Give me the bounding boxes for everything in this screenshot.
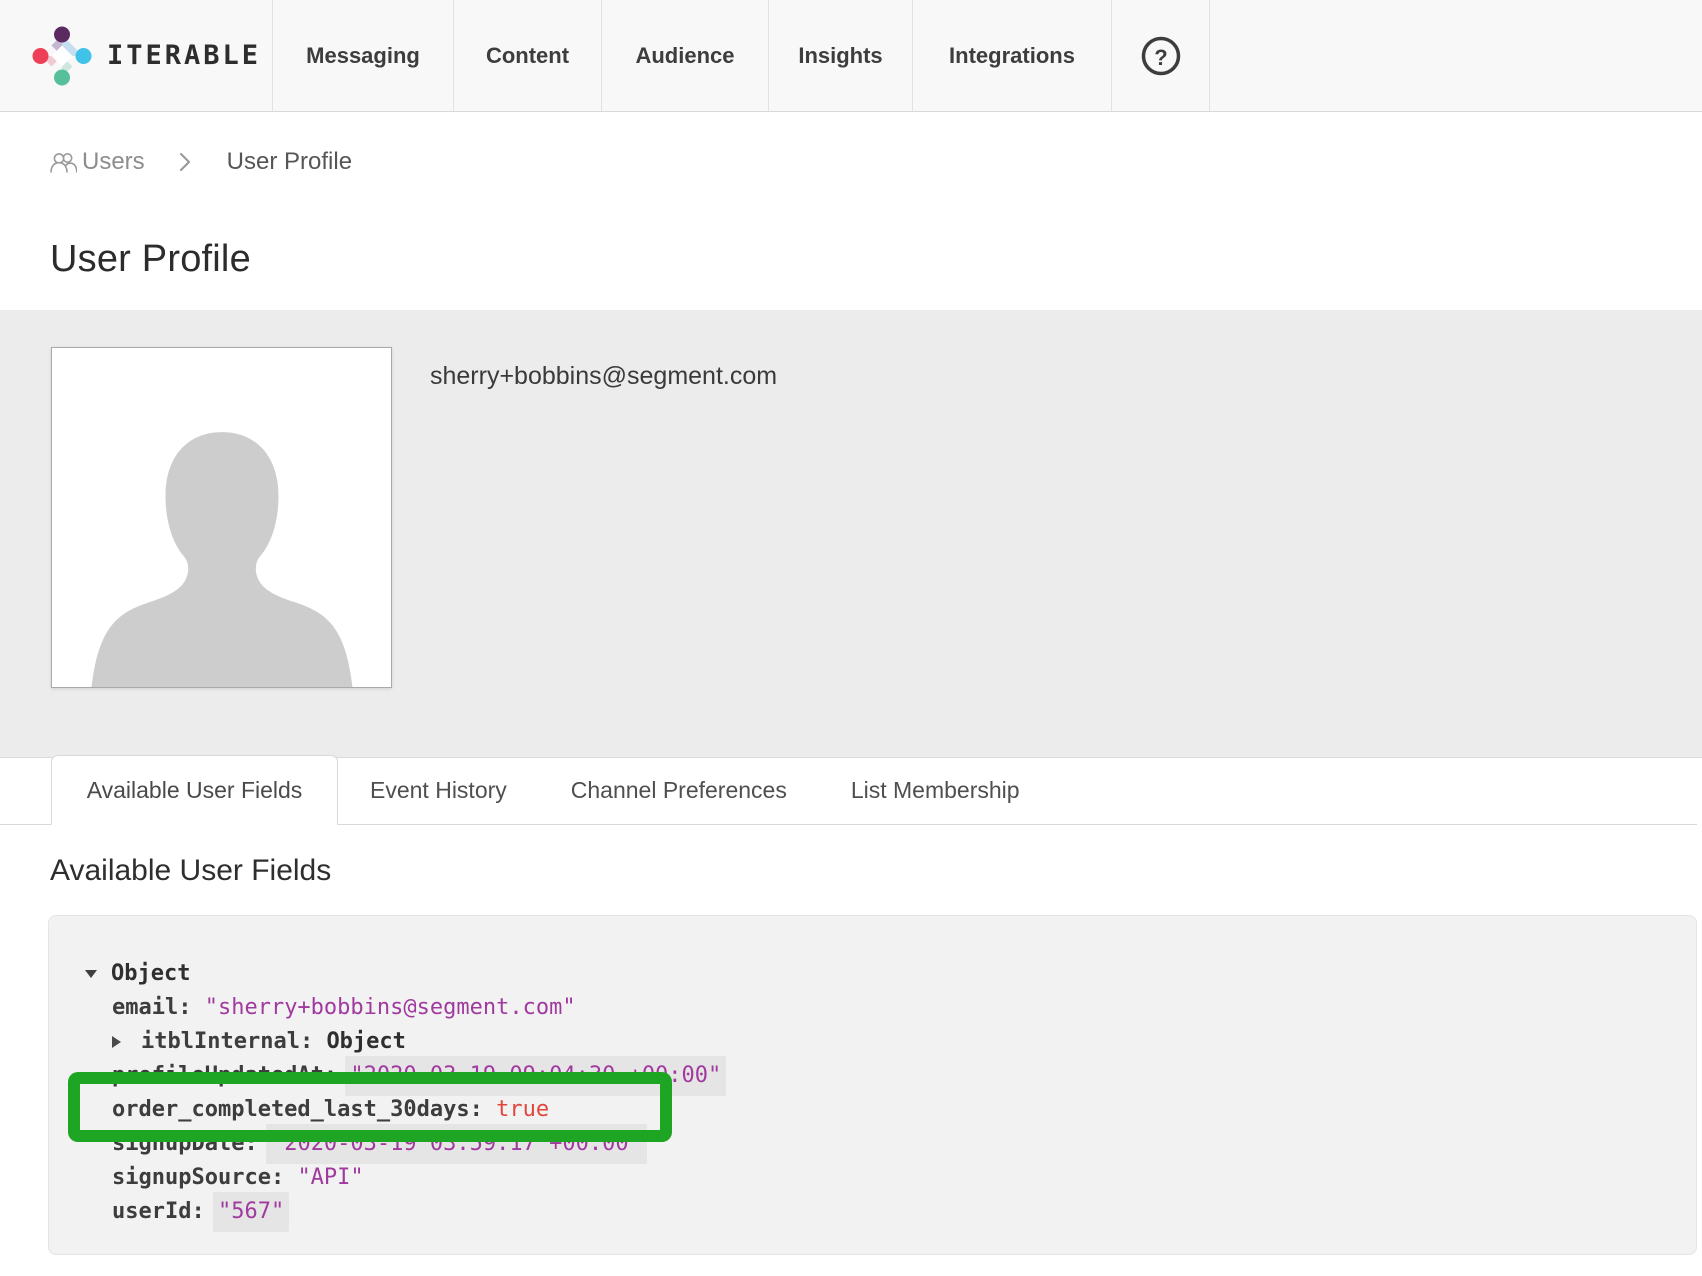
json-value-boolean: true xyxy=(496,1093,549,1127)
breadcrumb: Users User Profile xyxy=(50,148,352,176)
json-key: order_completed_last_30days: xyxy=(112,1093,496,1127)
nav-item-integrations[interactable]: Integrations xyxy=(913,0,1112,111)
brand-wordmark: ITERABLE xyxy=(107,40,261,71)
json-key: signupSource: xyxy=(112,1161,297,1195)
profile-tabs: Available User Fields Event History Chan… xyxy=(0,755,1697,825)
profile-summary-band: sherry+bobbins@segment.com xyxy=(0,310,1702,758)
chevron-right-icon xyxy=(178,151,192,173)
triangle-right-icon[interactable] xyxy=(112,1036,121,1048)
json-root-label: Object xyxy=(111,957,190,991)
tab-list-membership[interactable]: List Membership xyxy=(819,755,1052,825)
nav-item-content[interactable]: Content xyxy=(454,0,602,111)
top-navbar: ITERABLE Messaging Content Audience Insi… xyxy=(0,0,1702,112)
json-key: email: xyxy=(112,991,205,1025)
json-row-profileupdatedat: profileUpdatedAt: "2020-03-19 09:04:30 +… xyxy=(49,1059,1696,1093)
json-row-userid: userId: "567" xyxy=(49,1195,1696,1229)
json-row-signupsource: signupSource: "API" xyxy=(49,1161,1696,1195)
tab-channel-preferences[interactable]: Channel Preferences xyxy=(539,755,819,825)
svg-text:?: ? xyxy=(1154,45,1167,70)
json-row-itblinternal: itblInternal: Object xyxy=(49,1025,1696,1059)
json-value-highlighted: "2020-03-19 09:04:30 +00:00" xyxy=(345,1056,726,1096)
json-object-label: Object xyxy=(326,1025,405,1059)
iterable-diamond-icon xyxy=(30,24,94,88)
tab-event-history[interactable]: Event History xyxy=(338,755,539,825)
page-title: User Profile xyxy=(50,238,251,281)
nav-item-audience[interactable]: Audience xyxy=(602,0,769,111)
users-icon xyxy=(50,151,77,174)
json-value: "API" xyxy=(297,1161,363,1195)
help-button[interactable]: ? xyxy=(1112,0,1210,111)
nav-item-insights[interactable]: Insights xyxy=(769,0,913,111)
iterable-logo[interactable]: ITERABLE xyxy=(0,0,273,111)
json-tree: Object email: "sherry+bobbins@segment.co… xyxy=(49,916,1696,1229)
json-value: "sherry+bobbins@segment.com" xyxy=(205,991,576,1025)
json-row-signupdate: signupDate: "2020-03-19 03:59:17 +00:00" xyxy=(49,1127,1696,1161)
json-value-highlighted: "567" xyxy=(213,1192,289,1232)
navbar-spacer xyxy=(1210,0,1702,111)
section-heading: Available User Fields xyxy=(50,854,331,888)
json-key: signupDate: xyxy=(112,1127,271,1161)
json-row-order-completed: order_completed_last_30days: true xyxy=(49,1093,1696,1127)
json-value-highlighted: "2020-03-19 03:59:17 +00:00" xyxy=(266,1124,647,1164)
breadcrumb-users-label: Users xyxy=(82,148,145,176)
question-mark-circle-icon: ? xyxy=(1139,34,1183,78)
user-fields-panel: Object email: "sherry+bobbins@segment.co… xyxy=(48,915,1697,1255)
json-row-email: email: "sherry+bobbins@segment.com" xyxy=(49,991,1696,1025)
profile-email: sherry+bobbins@segment.com xyxy=(430,362,777,391)
tab-available-user-fields[interactable]: Available User Fields xyxy=(51,755,338,825)
person-silhouette-icon xyxy=(72,388,372,688)
json-key: itblInternal: xyxy=(141,1025,326,1059)
json-row-root: Object xyxy=(49,957,1696,991)
avatar xyxy=(51,347,392,688)
json-key: profileUpdatedAt: xyxy=(112,1059,350,1093)
nav-item-messaging[interactable]: Messaging xyxy=(273,0,454,111)
user-profile-page: ITERABLE Messaging Content Audience Insi… xyxy=(0,0,1702,1276)
json-key: userId: xyxy=(112,1195,218,1229)
breadcrumb-users-link[interactable]: Users xyxy=(50,148,145,176)
triangle-down-icon[interactable] xyxy=(85,970,97,978)
breadcrumb-current: User Profile xyxy=(227,148,352,176)
